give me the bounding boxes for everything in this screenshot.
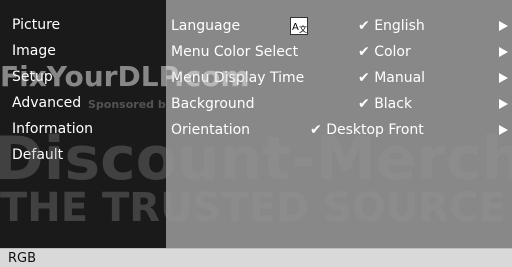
input-source-label: RGB [8,251,37,266]
category-image[interactable]: Image [12,43,56,60]
right-arrow-icon[interactable] [499,125,508,135]
right-arrow-icon[interactable] [499,21,508,31]
check-icon: ✔ [358,44,370,60]
check-icon: ✔ [358,96,370,112]
setting-value[interactable]: ✔ Black [358,91,412,117]
setting-label: Menu Display Time [171,70,305,86]
right-arrow-icon[interactable] [499,73,508,83]
category-setup[interactable]: Setup [12,69,53,86]
setting-value[interactable]: ✔ Desktop Front [310,117,424,143]
setting-label: Language [171,18,241,34]
setting-value[interactable]: ✔ English [358,13,425,39]
status-bar: RGB [0,248,512,267]
category-advanced[interactable]: Advanced [12,95,81,112]
setting-row-language[interactable]: Language A 文 ✔ English [166,13,512,39]
check-icon: ✔ [358,18,370,34]
projector-osd-menu: Picture Image Setup Advanced Information… [0,0,512,267]
setting-label: Background [171,96,255,112]
setting-row-orientation[interactable]: Orientation ✔ Desktop Front [166,117,512,143]
setting-row-menu-color-select[interactable]: Menu Color Select ✔ Color [166,39,512,65]
setting-row-menu-display-time[interactable]: Menu Display Time ✔ Manual [166,65,512,91]
category-picture[interactable]: Picture [12,17,60,34]
check-icon: ✔ [358,70,370,86]
right-arrow-icon[interactable] [499,47,508,57]
svg-text:A: A [292,22,299,33]
check-icon: ✔ [310,122,322,138]
right-arrow-icon[interactable] [499,99,508,109]
setting-label: Menu Color Select [171,44,299,60]
settings-panel: Language A 文 ✔ English Menu Color Select… [166,0,512,248]
setting-row-background[interactable]: Background ✔ Black [166,91,512,117]
setting-value[interactable]: ✔ Color [358,39,411,65]
svg-text:文: 文 [299,24,307,34]
category-information[interactable]: Information [12,121,93,138]
category-menu: Picture Image Setup Advanced Information… [0,0,166,248]
setting-value[interactable]: ✔ Manual [358,65,425,91]
category-default[interactable]: Default [12,147,63,164]
language-icon: A 文 [290,17,308,35]
setting-label: Orientation [171,122,251,138]
